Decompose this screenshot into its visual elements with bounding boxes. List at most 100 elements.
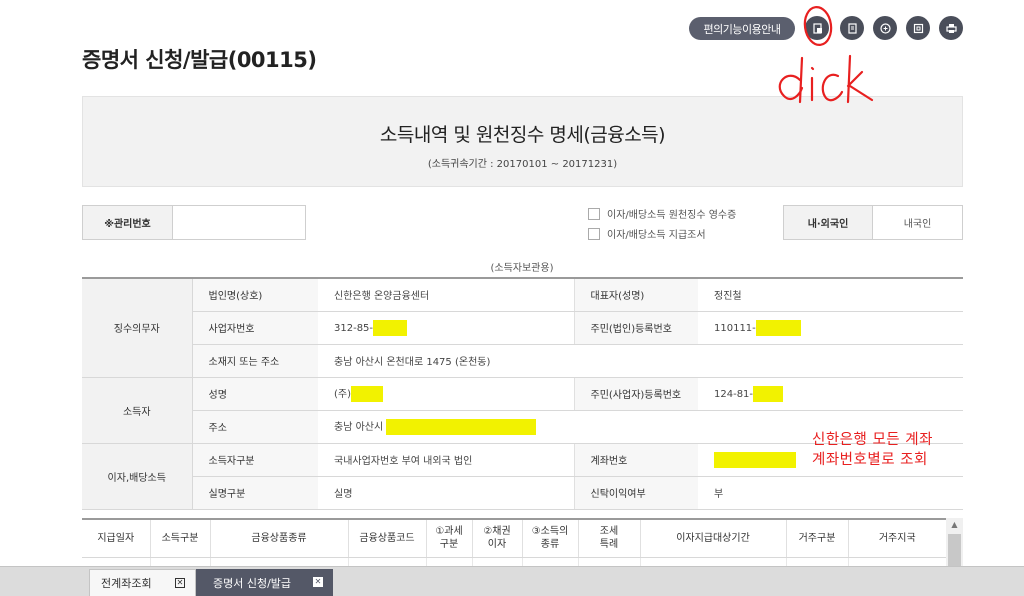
table-row: 사업자번호 312-85- 주민(법인)등록번호 110111- (82, 310, 963, 345)
grid-header-cell: 조세 특례 (578, 518, 641, 558)
redaction-mask (753, 385, 784, 402)
management-number-label: ※관리번호 (83, 206, 173, 239)
earner-type-label: 소득자구분 (192, 442, 318, 477)
corp-name-value: 신한은행 온양금융센터 (318, 277, 574, 312)
corp-name-label: 법인명(상호) (192, 277, 318, 312)
scrollbar-thumb[interactable] (948, 534, 961, 568)
corp-reg-no-label: 주민(법인)등록번호 (573, 310, 698, 345)
grid-header-cell: ②채권 이자 (472, 518, 523, 558)
grid-header-text: 구분 (439, 539, 459, 551)
scroll-up-icon[interactable]: ▲ (946, 520, 963, 532)
grid-header-cell: 이자지급대상기간 (640, 518, 787, 558)
address-value: 충남 아산시 온천대로 1475 (온천동) (318, 343, 963, 378)
realname-label: 실명구분 (192, 475, 318, 510)
management-number-value (173, 206, 305, 239)
convenience-guide-button[interactable]: 편의기능이용안내 (689, 17, 795, 40)
redaction-mask (386, 419, 537, 435)
checkbox-label: 이자/배당소득 지급조서 (607, 230, 706, 241)
grid-header-cell: 금융상품코드 (348, 518, 427, 558)
earner-reg-no-value: 124-81- (714, 388, 754, 400)
corp-reg-no-value: 110111- (714, 322, 756, 334)
representative-label: 대표자(성명) (573, 277, 698, 312)
earner-reg-no-cell: 124-81- (698, 376, 963, 411)
close-icon[interactable]: ✕ (175, 578, 185, 588)
grid-header-text: ②채권 (483, 526, 511, 538)
nationality-box: 내·외국인 내국인 (783, 205, 963, 240)
earner-reg-no-label: 주민(사업자)등록번호 (573, 376, 698, 411)
earner-name-label: 성명 (192, 376, 318, 411)
table-row: 소재지 또는 주소 충남 아산시 온천대로 1475 (온천동) (82, 343, 963, 378)
keep-label: (소득자보관용) (490, 263, 554, 274)
grid-header-text: 이자 (487, 539, 507, 551)
section-interest: 이자,배당소득 (82, 442, 193, 510)
bottom-tab-bar: 전계좌조회 ✕ 증명서 신청/발급 ✕ (0, 566, 1024, 596)
grid-header-cell: 소득구분 (150, 518, 211, 558)
section-earner: 소득자 (82, 376, 193, 444)
earner-address-value: 충남 아산시 (334, 422, 384, 433)
tab-label: 증명서 신청/발급 (213, 576, 292, 590)
biz-no-label: 사업자번호 (192, 310, 318, 345)
grid-header-text: 지급일자 (97, 532, 135, 544)
redaction-mask (373, 319, 408, 336)
document-header: 소득내역 및 원천징수 명세(금융소득) (소득귀속기간 : 20170101 … (82, 96, 963, 187)
realname-value: 실명 (318, 475, 574, 510)
grid-header-text: 금융상품종류 (251, 532, 307, 544)
biz-no-cell: 312-85- (318, 310, 574, 345)
grid-header-text: 거주구분 (798, 532, 836, 544)
window-icon[interactable] (906, 16, 930, 40)
grid-header-row: 지급일자 소득구분 금융상품종류 금융상품코드 ①과세 구분 ②채권 이자 ③소득의 종류 조세 특례… (82, 518, 946, 558)
print-icon[interactable] (939, 16, 963, 40)
grid-header-cell: 지급일자 (82, 518, 151, 558)
grid-header-text: 거주지국 (878, 532, 916, 544)
trust-label: 신탁이익여부 (573, 475, 698, 510)
checkbox-withholding-receipt[interactable]: 이자/배당소득 원천징수 영수증 (588, 206, 736, 221)
table-row: 소득자 성명 (주) 주민(사업자)등록번호 124-81- (82, 376, 963, 444)
close-icon[interactable]: ✕ (313, 577, 323, 587)
document-title: 소득내역 및 원천징수 명세(금융소득) (379, 124, 666, 146)
grid-header-cell: 거주지국 (848, 518, 946, 558)
page-title: 증명서 신청/발급(00115) (82, 48, 317, 72)
redaction-mask (755, 319, 801, 336)
checkbox-box[interactable] (588, 207, 600, 220)
table-row: 실명구분 실명 신탁이익여부 부 (82, 475, 963, 510)
biz-no-value: 312-85- (334, 322, 374, 334)
address-label: 소재지 또는 주소 (192, 343, 318, 378)
grid-header-cell: ③소득의 종류 (522, 518, 579, 558)
annotation-note-line1: 신한은행 모든 계좌 (812, 432, 933, 448)
document-icon[interactable] (805, 16, 829, 40)
grid-header-text: 특례 (599, 539, 619, 551)
nationality-label: 내·외국인 (784, 206, 873, 239)
income-info-table: 징수의무자 법인명(상호) 신한은행 온양금융센터 대표자(성명) 정진철 사업… (82, 277, 963, 510)
tab-all-accounts[interactable]: 전계좌조회 ✕ (89, 569, 196, 596)
redaction-mask (351, 386, 384, 402)
grid-header-text: ①과세 (435, 526, 463, 538)
representative-value: 정진철 (698, 277, 963, 312)
tab-certificate[interactable]: 증명서 신청/발급 ✕ (196, 569, 333, 596)
grid-scrollbar[interactable]: ▲ (946, 518, 963, 568)
checkbox-box[interactable] (588, 227, 600, 240)
zoom-in-icon[interactable] (873, 16, 897, 40)
tab-label: 전계좌조회 (101, 577, 152, 590)
corp-reg-no-cell: 110111- (698, 310, 963, 345)
earner-address-label: 주소 (192, 409, 318, 444)
grid-header-text: 소득구분 (161, 532, 199, 544)
management-number-box: ※관리번호 (82, 205, 306, 240)
earner-type-value: 국내사업자번호 부여 내외국 법인 (318, 442, 574, 477)
grid-header-cell: 거주구분 (786, 518, 849, 558)
income-period: (소득귀속기간 : 20170101 ~ 20171231) (427, 159, 618, 170)
grid-header-text: 종류 (540, 539, 560, 551)
grid-header-text: 이자지급대상기간 (676, 532, 750, 544)
list-icon[interactable] (840, 16, 864, 40)
grid-header-text: 조세 (599, 526, 619, 538)
redaction-mask (714, 451, 796, 468)
nationality-value: 내국인 (903, 219, 932, 230)
section-withholder: 징수의무자 (82, 277, 193, 378)
grid-header-text: 금융상품코드 (359, 532, 415, 544)
payment-grid: 지급일자 소득구분 금융상품종류 금융상품코드 ①과세 구분 ②채권 이자 ③소득의 종류 조세 특례… (82, 518, 947, 573)
earner-name-cell: (주) (318, 376, 574, 411)
checkbox-payment-statement[interactable]: 이자/배당소득 지급조서 (588, 226, 706, 241)
grid-header-cell: 금융상품종류 (210, 518, 349, 558)
grid-header-text: ③소득의 (531, 526, 569, 538)
account-no-label: 계좌번호 (573, 442, 698, 477)
grid-header-cell: ①과세 구분 (426, 518, 473, 558)
